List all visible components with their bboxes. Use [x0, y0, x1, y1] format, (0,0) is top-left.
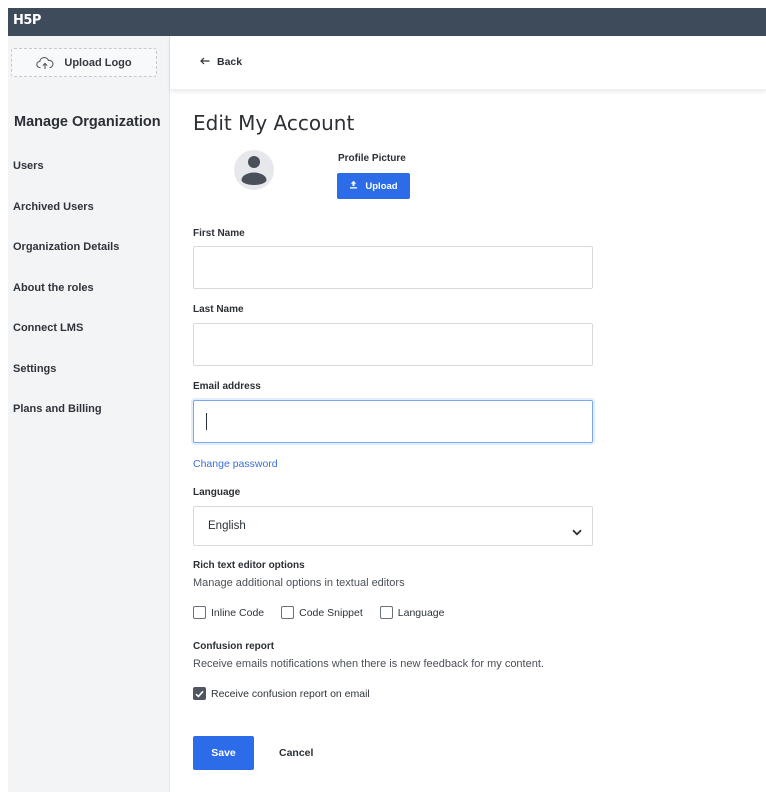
confusion-report-row: Receive confusion report on email: [193, 687, 387, 700]
sidebar-title: Manage Organization: [14, 114, 161, 130]
page-title: Edit My Account: [193, 111, 355, 135]
checkbox-box[interactable]: [379, 606, 393, 619]
text-caret: [206, 413, 207, 430]
confusion-report-title: Confusion report: [193, 641, 275, 652]
h5p-logo[interactable]: H5P: [13, 13, 41, 28]
checkbox-checked[interactable]: [193, 687, 206, 700]
confusion-report-description: Receive emails notifications when there …: [193, 658, 544, 670]
first-name-label: First Name: [193, 228, 245, 239]
code-snippet-label: Code Snippet: [299, 606, 363, 619]
change-password-link[interactable]: Change password: [193, 458, 278, 470]
sidebar-item-settings[interactable]: Settings: [13, 363, 56, 375]
code-snippet-checkbox[interactable]: Code Snippet: [281, 606, 363, 619]
language-select[interactable]: English: [193, 506, 593, 546]
upload-icon: [349, 180, 358, 192]
checkmark-icon: [195, 690, 204, 698]
avatar: [234, 150, 274, 190]
inline-code-checkbox[interactable]: Inline Code: [193, 606, 264, 619]
cloud-upload-icon: [36, 56, 54, 70]
confusion-report-checkbox[interactable]: Receive confusion report on email: [193, 687, 370, 700]
edit-account-form: Edit My Account Profile Picture Upload F…: [193, 0, 766, 792]
confusion-report-label: Receive confusion report on email: [211, 687, 370, 700]
first-name-input[interactable]: [193, 246, 593, 289]
upload-logo-label: Upload Logo: [64, 56, 132, 69]
last-name-input[interactable]: [193, 323, 593, 366]
checkbox-box[interactable]: [193, 606, 206, 619]
last-name-label: Last Name: [193, 304, 244, 315]
upload-label: Upload: [365, 180, 398, 192]
upload-logo-button[interactable]: Upload Logo: [11, 48, 157, 77]
cancel-button[interactable]: Cancel: [279, 747, 313, 759]
sidebar-item-connect-lms[interactable]: Connect LMS: [13, 322, 83, 334]
sidebar-item-plans-billing[interactable]: Plans and Billing: [13, 403, 102, 415]
rich-text-title: Rich text editor options: [193, 560, 305, 571]
language-label: Language: [193, 487, 241, 498]
sidebar-item-organization-details[interactable]: Organization Details: [13, 241, 119, 253]
rich-text-description: Manage additional options in textual edi…: [193, 577, 405, 589]
email-input[interactable]: [193, 400, 593, 443]
user-icon: [241, 156, 267, 185]
sidebar-item-users[interactable]: Users: [13, 160, 44, 172]
sidebar-item-archived-users[interactable]: Archived Users: [13, 201, 94, 213]
rich-text-options: Inline Code Code Snippet Language: [193, 606, 461, 619]
sidebar: Upload Logo Manage Organization Users Ar…: [8, 36, 170, 792]
language-option-label: Language: [397, 606, 445, 619]
upload-picture-button[interactable]: Upload: [337, 173, 410, 199]
language-option-checkbox[interactable]: Language: [379, 606, 445, 619]
language-selected-value: English: [208, 520, 246, 532]
sidebar-item-about-roles[interactable]: About the roles: [13, 282, 94, 294]
chevron-down-icon: [572, 523, 582, 541]
profile-picture-label: Profile Picture: [338, 153, 406, 164]
inline-code-label: Inline Code: [211, 606, 265, 619]
email-label: Email address: [193, 381, 261, 392]
checkbox-box[interactable]: [281, 606, 295, 619]
save-button[interactable]: Save: [193, 736, 254, 770]
